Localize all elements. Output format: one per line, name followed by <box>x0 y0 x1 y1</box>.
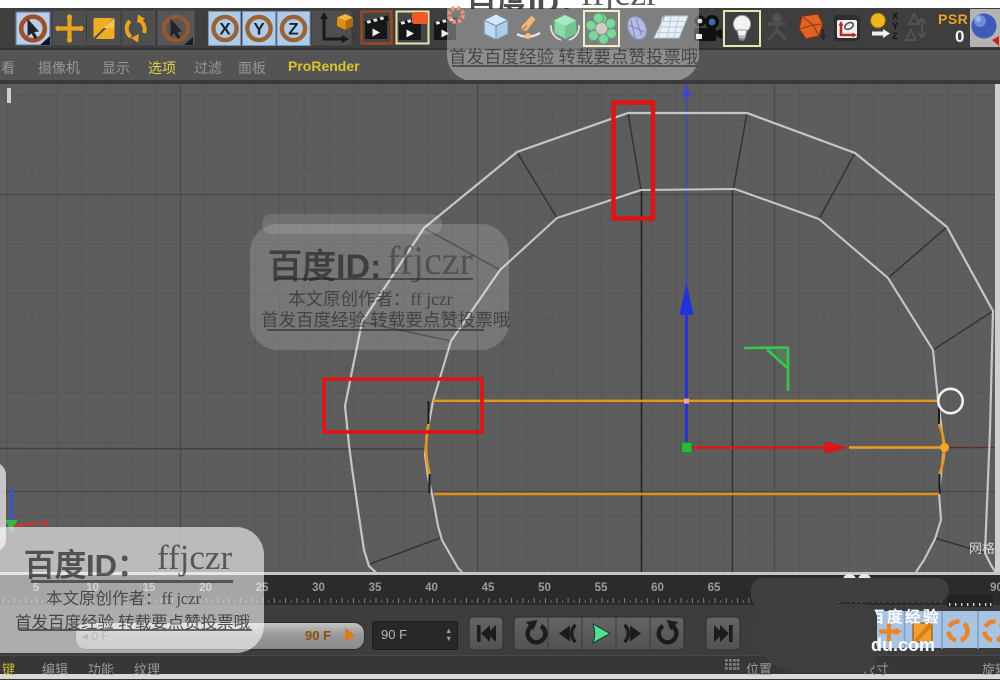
svg-text:Z: Z <box>892 31 898 42</box>
svg-text:0: 0 <box>955 27 964 46</box>
svg-text:Z: Z <box>288 20 298 39</box>
svg-text:X: X <box>219 20 231 39</box>
svg-text:Y: Y <box>253 20 265 39</box>
svg-text:网格: 网格 <box>969 541 995 556</box>
svg-text:PSR: PSR <box>938 11 968 27</box>
